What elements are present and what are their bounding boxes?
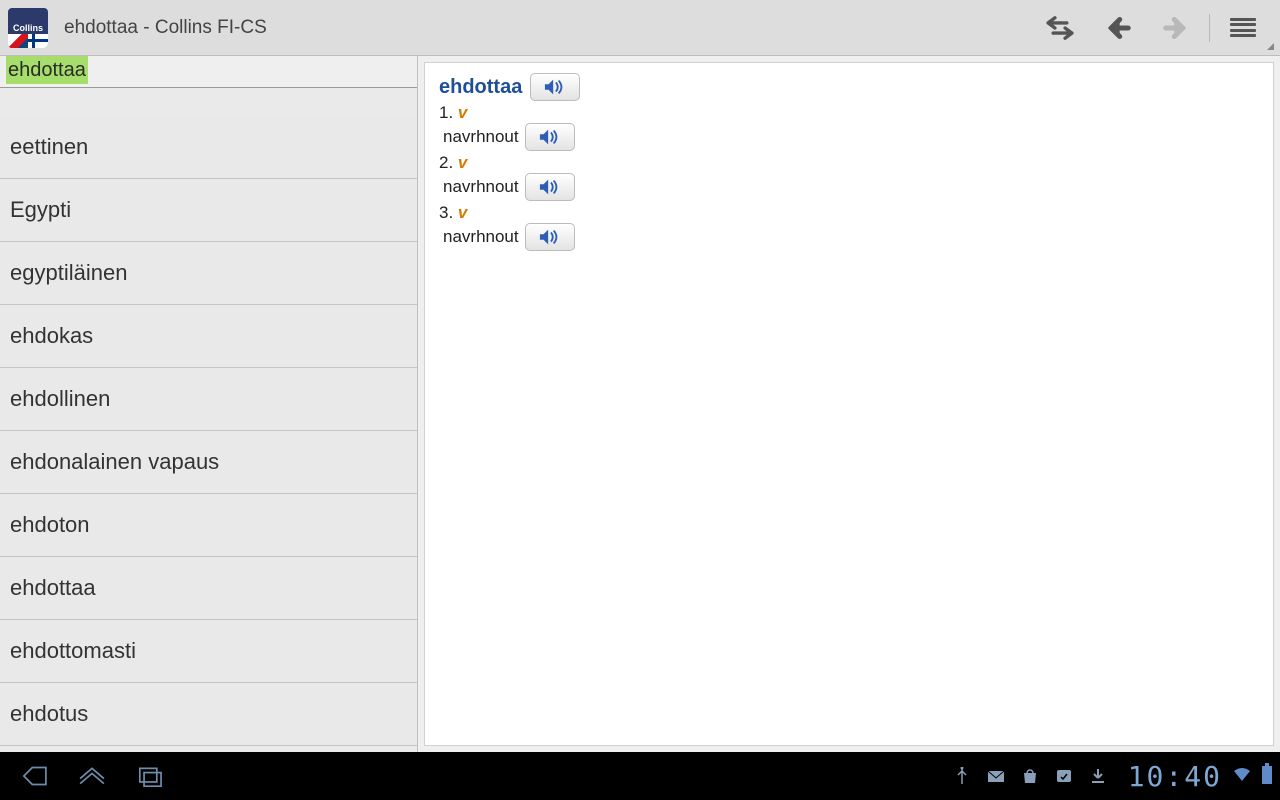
system-nav-bar: 10:40 — [0, 752, 1280, 800]
word-list-item[interactable]: ehdollinen — [0, 368, 417, 431]
translation-line: navrhnout — [439, 123, 1259, 151]
translation-line: navrhnout — [439, 223, 1259, 251]
translation-word: navrhnout — [439, 177, 519, 197]
system-home-button[interactable] — [64, 756, 120, 796]
search-input[interactable]: ehdottaa — [6, 56, 88, 84]
toolbar-separator — [1209, 14, 1210, 42]
speaker-icon — [539, 128, 561, 146]
word-list-item[interactable]: eettinen — [0, 116, 417, 179]
translation-line: navrhnout — [439, 173, 1259, 201]
search-row[interactable]: ehdottaa — [0, 56, 417, 88]
download-icon — [1088, 766, 1108, 786]
translation-word: navrhnout — [439, 127, 519, 147]
sense-line: 3. v — [439, 203, 1259, 223]
word-list-item[interactable]: ehdottaa — [0, 557, 417, 620]
history-back-button[interactable] — [1089, 8, 1147, 48]
swap-direction-button[interactable] — [1031, 8, 1089, 48]
content-area: ehdottaa eettinenEgyptiegyptiläinenehdok… — [0, 56, 1280, 752]
sense-line: 1. v — [439, 103, 1259, 123]
speaker-icon — [539, 178, 561, 196]
overflow-menu-button[interactable] — [1214, 8, 1272, 48]
wifi-icon — [1232, 764, 1252, 789]
word-list-item[interactable]: ehdottomasti — [0, 620, 417, 683]
speaker-icon — [544, 78, 566, 96]
play-audio-button[interactable] — [525, 123, 575, 151]
app-icon[interactable]: Collins — [8, 8, 48, 48]
sense-number: 3. — [439, 203, 453, 222]
action-bar: Collins ehdottaa - Collins FI-CS — [0, 0, 1280, 56]
word-list-item[interactable]: Egypti — [0, 179, 417, 242]
part-of-speech: v — [458, 203, 467, 222]
sense-line: 2. v — [439, 153, 1259, 173]
word-list-item[interactable]: ehdotus — [0, 683, 417, 746]
home-icon — [75, 762, 109, 790]
swap-icon — [1043, 11, 1077, 45]
translation-word: navrhnout — [439, 227, 519, 247]
back-icon — [17, 762, 51, 790]
word-list-item[interactable]: egyptiläinen — [0, 242, 417, 305]
arrow-left-icon — [1101, 11, 1135, 45]
word-list-item[interactable]: ehdoton — [0, 494, 417, 557]
usb-icon — [952, 766, 972, 786]
play-audio-button[interactable] — [525, 223, 575, 251]
sense-number: 1. — [439, 103, 453, 122]
recents-icon — [133, 762, 167, 790]
app-icon-label: Collins — [13, 23, 43, 33]
word-list-panel: ehdottaa eettinenEgyptiegyptiläinenehdok… — [0, 56, 418, 752]
arrow-right-icon — [1159, 11, 1193, 45]
part-of-speech: v — [458, 103, 467, 122]
play-audio-button[interactable] — [525, 173, 575, 201]
battery-icon — [1260, 763, 1274, 790]
word-list-item[interactable]: ehdokas — [0, 305, 417, 368]
menu-icon — [1230, 18, 1256, 38]
definition-panel: ehdottaa 1. vnavrhnout2. vnavrhnout3. vn… — [424, 62, 1274, 746]
clock: 10:40 — [1128, 760, 1222, 793]
word-list-item[interactable]: ehdonalainen vapaus — [0, 431, 417, 494]
mail-icon — [986, 766, 1006, 786]
status-area[interactable] — [952, 766, 1108, 786]
word-list[interactable]: eettinenEgyptiegyptiläinenehdokasehdolli… — [0, 88, 417, 752]
market-icon — [1020, 766, 1040, 786]
speaker-icon — [539, 228, 561, 246]
page-title: ehdottaa - Collins FI-CS — [64, 17, 267, 39]
update-icon — [1054, 766, 1074, 786]
system-recents-button[interactable] — [122, 756, 178, 796]
part-of-speech: v — [458, 153, 467, 172]
play-audio-button[interactable] — [530, 73, 580, 101]
system-back-button[interactable] — [6, 756, 62, 796]
headword: ehdottaa — [439, 76, 522, 99]
history-forward-button[interactable] — [1147, 8, 1205, 48]
sense-number: 2. — [439, 153, 453, 172]
